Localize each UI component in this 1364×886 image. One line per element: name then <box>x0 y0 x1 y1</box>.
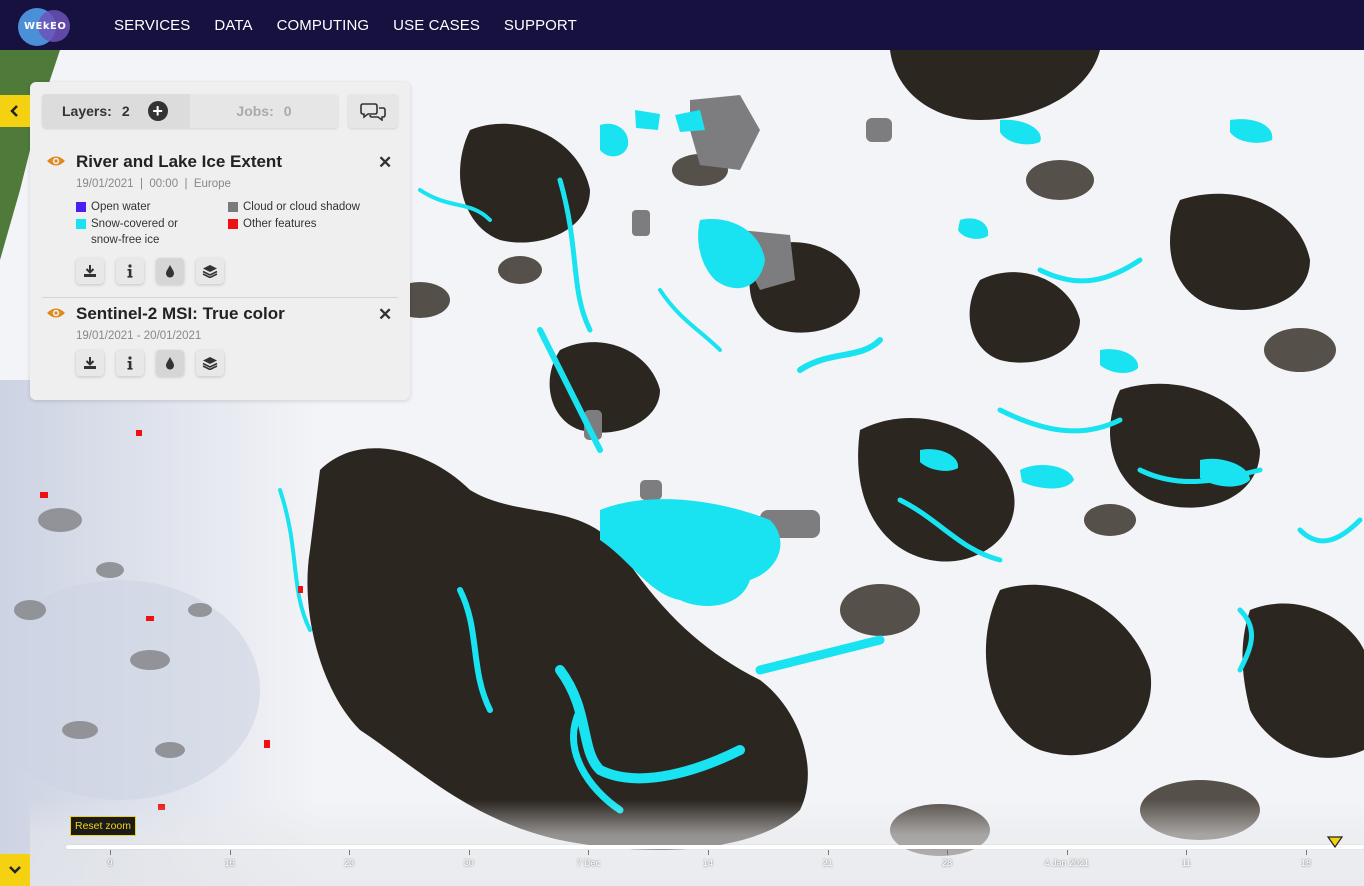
eye-icon[interactable] <box>46 155 66 167</box>
legend-swatch <box>228 219 238 229</box>
tab-layers[interactable]: Layers: 2 + <box>42 94 190 128</box>
timeline-tick <box>1066 850 1068 855</box>
tab-jobs[interactable]: Jobs: 0 <box>190 94 338 128</box>
opacity-button[interactable] <box>156 350 184 376</box>
layers-tab-label: Layers: <box>62 103 112 119</box>
chevron-left-icon <box>10 105 18 117</box>
remove-layer-button[interactable]: ✕ <box>378 153 392 173</box>
info-button[interactable] <box>116 350 144 376</box>
layer-divider <box>42 297 398 298</box>
timeline-label: 21 <box>822 858 833 868</box>
timeline-tick <box>468 850 470 855</box>
timeline-tick <box>947 850 949 855</box>
layers-panel: Layers: 2 + Jobs: 0 River and Lake Ice E… <box>30 82 410 400</box>
legend-label: Cloud or cloud shadow <box>243 201 360 213</box>
info-icon <box>127 356 133 370</box>
layer-tools <box>76 258 236 284</box>
layer-order-button[interactable] <box>196 258 224 284</box>
nav-services[interactable]: SERVICES <box>114 17 190 34</box>
download-button[interactable] <box>76 258 104 284</box>
layer-meta: 19/01/2021 - 20/01/2021 <box>76 330 202 342</box>
timeline-label: 30 <box>463 858 474 868</box>
droplet-icon <box>166 357 174 370</box>
timeline-label: 7 Dec <box>576 858 601 868</box>
download-icon <box>84 265 96 277</box>
timeline-tick <box>1186 850 1188 855</box>
layer-order-button[interactable] <box>196 350 224 376</box>
info-button[interactable] <box>116 258 144 284</box>
legend-label: Snow-covered or snow-free ice <box>91 218 178 246</box>
timeline-label: 16 <box>224 858 235 868</box>
timeline-tick <box>708 850 709 855</box>
legend-item: Other features <box>228 216 317 232</box>
layer-meta: 19/01/2021 | 00:00 | Europe <box>76 178 231 190</box>
remove-layer-button[interactable]: ✕ <box>378 305 392 325</box>
timeline-tick <box>588 850 590 855</box>
legend-item: Cloud or cloud shadow <box>228 199 360 215</box>
timeline-label: 4 Jan 2021 <box>1044 858 1090 868</box>
timeline-label: 11 <box>1181 858 1192 868</box>
download-icon <box>84 357 96 369</box>
eye-icon[interactable] <box>46 307 66 319</box>
timeline: Reset zoom 9 16 23 30 7 Dec 14 21 28 4 Jan 2021 1… <box>30 800 1364 886</box>
chat-icon <box>360 103 386 121</box>
panel-tabs: Layers: 2 + Jobs: 0 <box>42 94 338 128</box>
timeline-tick <box>110 850 111 855</box>
legend-item: Snow-covered or snow-free ice <box>76 216 206 248</box>
timeline-tick <box>827 850 829 855</box>
layers-stack-icon <box>202 265 218 278</box>
expand-timeline-button[interactable] <box>0 854 30 886</box>
nav-data[interactable]: DATA <box>214 17 252 34</box>
timeline-label: 18 <box>1300 858 1312 868</box>
timeline-label: 9 <box>107 858 113 868</box>
download-button[interactable] <box>76 350 104 376</box>
jobs-tab-label: Jobs: <box>236 103 274 119</box>
current-date-marker-icon[interactable] <box>1327 836 1343 848</box>
timeline-tick <box>229 850 231 855</box>
layer-title: River and Lake Ice Extent <box>76 152 282 171</box>
timeline-track[interactable] <box>66 845 1364 849</box>
layers-stack-icon <box>202 357 218 370</box>
logo-text: WEkEO <box>24 21 67 32</box>
wekeo-logo[interactable]: WEkEO <box>16 4 72 46</box>
timeline-label: 28 <box>942 858 953 868</box>
layer-tools <box>76 350 236 376</box>
timeline-tick <box>349 850 351 855</box>
jobs-count: 0 <box>283 103 292 119</box>
timeline-label: 23 <box>344 858 355 868</box>
layer-title: Sentinel-2 MSI: True color <box>76 304 285 323</box>
collapse-panel-button[interactable] <box>0 95 30 127</box>
chevron-down-icon <box>9 866 21 874</box>
nav-computing[interactable]: COMPUTING <box>277 17 370 34</box>
legend-swatch <box>228 202 238 212</box>
nav-use-cases[interactable]: USE CASES <box>393 17 480 34</box>
layers-count: 2 <box>121 103 130 119</box>
add-layer-button[interactable]: + <box>147 101 168 121</box>
reset-zoom-button[interactable]: Reset zoom <box>70 816 137 836</box>
legend-label: Other features <box>243 218 317 230</box>
chat-button[interactable] <box>348 94 398 128</box>
timeline-tick <box>1306 850 1307 855</box>
info-icon <box>127 264 133 278</box>
droplet-icon <box>166 265 174 278</box>
timeline-label: 14 <box>702 858 714 868</box>
legend-label: Open water <box>91 201 151 213</box>
nav-support[interactable]: SUPPORT <box>504 17 577 34</box>
top-navbar: WEkEO SERVICES DATA COMPUTING USE CASES … <box>0 0 1364 50</box>
legend-swatch <box>76 202 86 212</box>
opacity-button[interactable] <box>156 258 184 284</box>
legend-item: Open water <box>76 199 150 215</box>
legend-swatch <box>76 219 86 229</box>
layer-legend: Open water Cloud or cloud shadow Snow-co… <box>76 199 376 253</box>
